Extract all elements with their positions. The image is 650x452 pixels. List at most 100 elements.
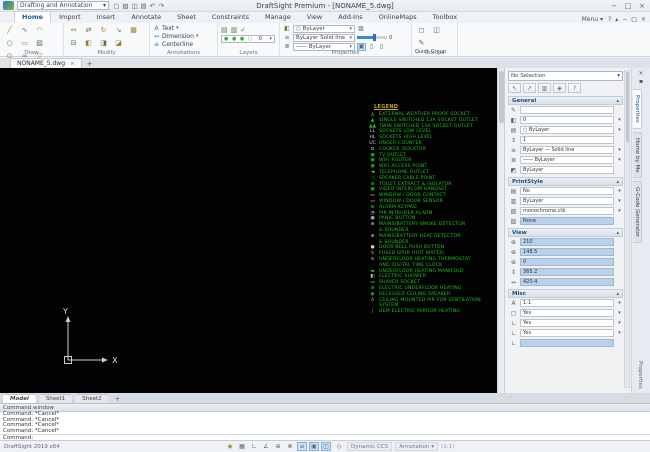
modify-tool-icon[interactable]: ◨ bbox=[97, 37, 110, 48]
property-value[interactable]: 148.5 bbox=[520, 248, 614, 256]
draw-tool-icon[interactable]: ○ bbox=[3, 37, 16, 48]
collapse-icon[interactable]: ▴ bbox=[616, 98, 619, 104]
property-value[interactable]: monochrome.ctb bbox=[520, 207, 614, 215]
property-value[interactable]: 365.2 bbox=[520, 268, 614, 276]
section-header[interactable]: PrintStyle ▴ bbox=[508, 177, 623, 186]
ribbon-tab[interactable]: Toolbox bbox=[425, 11, 465, 23]
drawing-canvas[interactable]: LEGEND ◬ EXTERNAL WEATHER PROOF SOCKET ▲… bbox=[0, 68, 497, 393]
ribbon-tab[interactable]: Import bbox=[51, 11, 89, 23]
panel-toolbar-icon[interactable]: ↖ bbox=[508, 83, 521, 93]
menu-right-icon[interactable]: ? bbox=[608, 16, 611, 23]
modify-tool-icon[interactable]: ◪ bbox=[112, 37, 125, 48]
close-icon[interactable]: × bbox=[634, 70, 649, 78]
document-tab[interactable]: NONAME_5.dwg × bbox=[10, 58, 82, 68]
line-color-dropdown[interactable]: ○ ByLayer ▾ bbox=[293, 24, 355, 33]
property-value[interactable]: Yes bbox=[520, 329, 614, 337]
modify-tool-icon[interactable]: ▦ bbox=[127, 24, 140, 35]
property-value[interactable]: Yes bbox=[520, 309, 614, 317]
property-value[interactable] bbox=[520, 106, 614, 114]
status-toggle-icon[interactable]: ⊕ bbox=[273, 442, 283, 451]
quick-access-icon[interactable]: ↶ bbox=[148, 1, 157, 10]
chevron-down-icon[interactable]: ▾ bbox=[616, 320, 623, 326]
property-value[interactable]: —— ByLayer bbox=[520, 156, 614, 164]
menu-right-icon[interactable]: × bbox=[641, 16, 646, 23]
pin-icon[interactable]: ▪ bbox=[634, 78, 649, 86]
new-tab-button[interactable]: + bbox=[82, 60, 98, 68]
layer-tool-icon[interactable]: ▤ bbox=[221, 26, 228, 34]
status-toggle-icon[interactable]: ◫ bbox=[321, 442, 331, 451]
property-value[interactable]: 1 bbox=[520, 136, 614, 144]
annotation-scale-button[interactable]: Annotation ▾ bbox=[395, 442, 439, 451]
status-toggle-icon[interactable]: ▣ bbox=[309, 442, 319, 451]
ucs-toggle-icon[interactable]: ◇ bbox=[334, 442, 344, 451]
menu-button[interactable]: Menu ▾ bbox=[582, 16, 603, 23]
property-value[interactable]: None bbox=[520, 217, 614, 225]
property-value[interactable]: 1:1 bbox=[520, 299, 614, 307]
palette-tab[interactable]: G-Code Generator bbox=[633, 181, 642, 244]
menu-right-icon[interactable]: ▴ bbox=[615, 16, 618, 23]
group-tool-icon[interactable]: ◻ bbox=[415, 24, 428, 35]
selection-dropdown[interactable]: No Selection ▾ bbox=[508, 71, 623, 81]
quick-access-icon[interactable]: ◫ bbox=[130, 1, 139, 10]
chevron-down-icon[interactable]: ▾ bbox=[616, 188, 623, 194]
chevron-down-icon[interactable]: ▾ bbox=[616, 310, 623, 316]
quick-access-icon[interactable]: ▧ bbox=[121, 1, 130, 10]
ribbon-tab[interactable]: Home bbox=[14, 11, 52, 23]
panel-scrollbar[interactable] bbox=[624, 70, 630, 388]
panel-toolbar-icon[interactable]: ? bbox=[568, 83, 581, 93]
panel-toolbar-icon[interactable]: ▥ bbox=[538, 83, 551, 93]
status-toggle-icon[interactable]: ▦ bbox=[237, 442, 247, 451]
quick-access-icon[interactable]: ▤ bbox=[139, 1, 148, 10]
chevron-down-icon[interactable]: ▾ bbox=[616, 117, 623, 123]
palette-tab[interactable]: Properties bbox=[633, 89, 642, 129]
ribbon-tab[interactable]: Insert bbox=[89, 11, 124, 23]
chevron-down-icon[interactable]: ▾ bbox=[616, 198, 623, 204]
palette-tab[interactable]: Home by Me bbox=[633, 131, 642, 179]
status-toggle-icon[interactable]: ∟ bbox=[249, 442, 259, 451]
draw-tool-icon[interactable]: ◠ bbox=[33, 24, 46, 35]
ribbon-tab[interactable]: OnlineMaps bbox=[371, 11, 425, 23]
chevron-down-icon[interactable]: ▾ bbox=[616, 330, 623, 336]
collapse-icon[interactable]: ▴ bbox=[616, 230, 619, 236]
property-value[interactable]: ByLayer — Solid line bbox=[520, 146, 614, 154]
modify-tool-icon[interactable]: ⇄ bbox=[82, 24, 95, 35]
window-control-button[interactable]: − bbox=[609, 2, 619, 10]
ribbon-tab[interactable]: Annotate bbox=[123, 11, 169, 23]
property-value[interactable]: 0 bbox=[520, 116, 614, 124]
section-header[interactable]: View ▴ bbox=[508, 228, 623, 237]
sheet-tab[interactable]: Sheet2 bbox=[74, 394, 110, 403]
section-header[interactable]: Misc ▴ bbox=[508, 289, 623, 298]
collapse-icon[interactable]: ▴ bbox=[616, 179, 619, 185]
property-value[interactable] bbox=[520, 339, 614, 347]
annotation-button[interactable]: ≡ Centerline bbox=[153, 40, 214, 48]
layer-tool-icon[interactable]: ▥ bbox=[231, 26, 238, 34]
property-value[interactable]: 0 bbox=[520, 258, 614, 266]
quick-access-icon[interactable]: ▢ bbox=[112, 1, 121, 10]
ribbon-tab[interactable]: View bbox=[299, 11, 330, 23]
layer-dropdown[interactable]: ● ● ● ○ 0 ▾ bbox=[221, 35, 275, 43]
scrollbar-thumb[interactable] bbox=[626, 72, 629, 142]
status-toggle-icon[interactable]: ∠ bbox=[261, 442, 271, 451]
menu-right-icon[interactable]: □ bbox=[631, 16, 637, 23]
collapse-icon[interactable]: ▴ bbox=[616, 291, 619, 297]
draw-tool-icon[interactable]: ▨ bbox=[33, 37, 46, 48]
chevron-down-icon[interactable]: ▾ bbox=[616, 300, 623, 306]
section-header[interactable]: General ▴ bbox=[508, 96, 623, 105]
menu-right-icon[interactable]: − bbox=[622, 16, 627, 23]
window-control-button[interactable]: □ bbox=[623, 2, 633, 10]
status-toggle-icon[interactable]: ◆ bbox=[225, 442, 235, 451]
draw-tool-icon[interactable]: ∿ bbox=[18, 24, 31, 35]
chevron-down-icon[interactable]: ▾ bbox=[616, 157, 623, 163]
draw-tool-icon[interactable]: ▭ bbox=[18, 37, 31, 48]
property-value[interactable]: Yes bbox=[520, 319, 614, 327]
group-tool-icon[interactable]: ◫ bbox=[430, 24, 443, 35]
sheet-tab[interactable]: Model bbox=[2, 394, 37, 403]
modify-tool-icon[interactable]: ↘ bbox=[112, 24, 125, 35]
chevron-down-icon[interactable]: ▾ bbox=[616, 208, 623, 214]
property-value[interactable]: 210 bbox=[520, 238, 614, 246]
workspace-selector[interactable]: Drafting and Annotation ▾ bbox=[17, 1, 109, 10]
panel-toolbar-icon[interactable]: ↗ bbox=[523, 83, 536, 93]
annotation-button[interactable]: A Text ▾ bbox=[153, 24, 214, 32]
ribbon-tab[interactable]: Add-Ins bbox=[330, 11, 370, 23]
close-icon[interactable]: × bbox=[70, 61, 75, 67]
